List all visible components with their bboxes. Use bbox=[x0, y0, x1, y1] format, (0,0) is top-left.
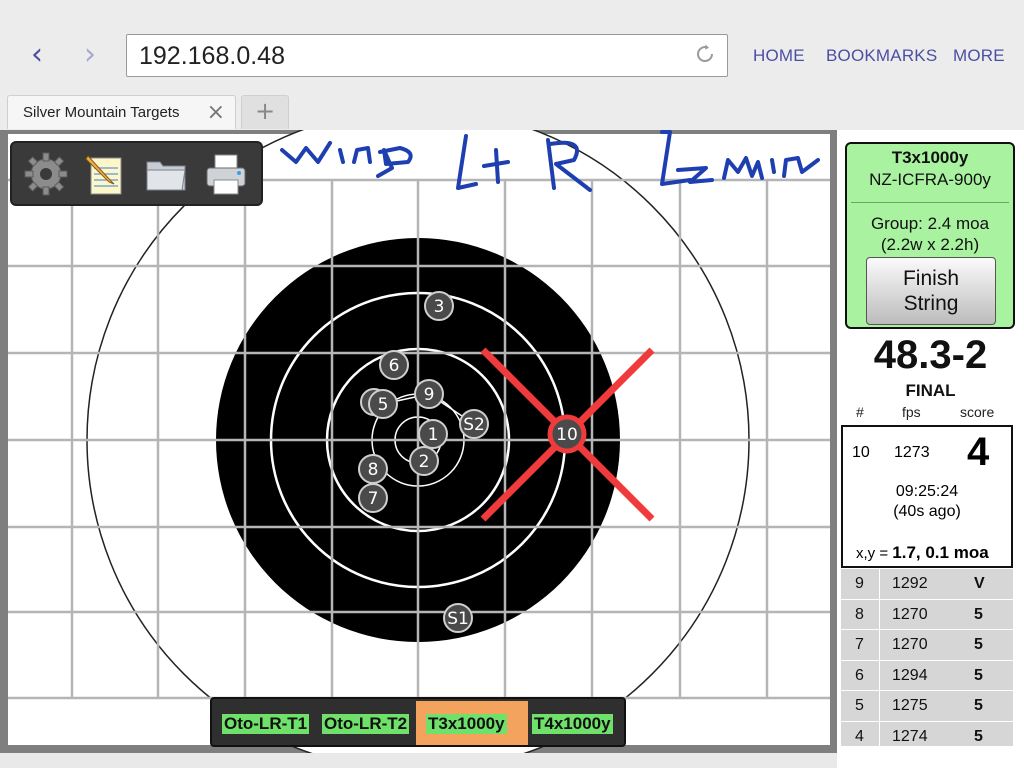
shot-hole: 1 bbox=[418, 419, 448, 449]
folder-icon[interactable] bbox=[142, 150, 190, 198]
target-name: T3x1000y bbox=[891, 148, 969, 167]
course-name: NZ-ICFRA-900y bbox=[869, 170, 991, 189]
shot-row[interactable]: 9 1292 V bbox=[841, 569, 1013, 600]
shot-hole: 3 bbox=[424, 291, 454, 321]
chevron-left-icon[interactable]: ‹ bbox=[22, 40, 52, 70]
home-link[interactable]: HOME bbox=[753, 46, 805, 66]
target-tab-1[interactable]: Oto-LR-T1 bbox=[216, 701, 316, 745]
chevron-right-icon[interactable]: › bbox=[75, 40, 105, 70]
target-canvas[interactable]: 3 6 5 9 S2 1 2 8 7 S1 10 bbox=[0, 130, 837, 753]
finish-string-button[interactable]: Finish String bbox=[866, 257, 996, 325]
gear-icon[interactable] bbox=[22, 150, 70, 198]
svg-text:7: 7 bbox=[368, 489, 379, 509]
shot-hole-latest: 10 bbox=[547, 414, 587, 454]
more-link[interactable]: MORE bbox=[953, 46, 1005, 66]
svg-text:2: 2 bbox=[419, 452, 430, 472]
shot-ago: (40s ago) bbox=[893, 503, 961, 520]
col-header-num: # bbox=[856, 404, 864, 420]
string-summary: T3x1000y NZ-ICFRA-900y Group: 2.4 moa (2… bbox=[845, 142, 1015, 329]
shot-row[interactable]: 5 1275 5 bbox=[841, 691, 1013, 722]
shot-row[interactable]: 6 1294 5 bbox=[841, 660, 1013, 691]
shot-fps: 1273 bbox=[894, 444, 930, 461]
svg-text:3: 3 bbox=[434, 297, 445, 317]
url-bar[interactable]: 192.168.0.48 bbox=[126, 34, 728, 77]
target-tab-4[interactable]: T4x1000y bbox=[528, 701, 624, 745]
score-status: FINAL bbox=[905, 381, 956, 400]
svg-text:6: 6 bbox=[389, 356, 400, 376]
tab-title: Silver Mountain Targets bbox=[23, 104, 180, 121]
svg-text:9: 9 bbox=[424, 385, 435, 405]
browser-tab[interactable]: Silver Mountain Targets × bbox=[7, 95, 236, 129]
svg-text:1: 1 bbox=[428, 425, 439, 445]
shot-number: 10 bbox=[852, 444, 870, 461]
svg-text:S2: S2 bbox=[463, 415, 485, 435]
group-size: Group: 2.4 moa bbox=[870, 214, 990, 233]
target-svg[interactable]: 3 6 5 9 S2 1 2 8 7 S1 10 bbox=[0, 130, 837, 753]
col-header-score: score bbox=[960, 404, 995, 420]
shot-hole: 5 bbox=[368, 389, 398, 419]
svg-text:8: 8 bbox=[368, 460, 379, 480]
group-dimensions: (2.2w x 2.2h) bbox=[880, 235, 980, 254]
close-icon[interactable]: × bbox=[207, 100, 225, 125]
target-toolbar bbox=[10, 141, 263, 206]
shot-row[interactable]: 7 1270 5 bbox=[841, 630, 1013, 661]
shot-hole: 6 bbox=[379, 350, 409, 380]
notepad-icon[interactable] bbox=[82, 150, 130, 198]
col-header-fps: fps bbox=[902, 404, 921, 420]
shot-hole: 2 bbox=[409, 446, 439, 476]
shot-row[interactable]: 4 1274 5 bbox=[841, 721, 1013, 746]
target-tab-2[interactable]: Oto-LR-T2 bbox=[316, 701, 416, 745]
total-score: 48.3-2 bbox=[873, 333, 988, 377]
svg-text:5: 5 bbox=[378, 395, 389, 415]
shot-hole: S2 bbox=[459, 409, 489, 439]
shot-hole: S1 bbox=[443, 603, 473, 633]
shot-xy: x,y = 1.7, 0.1 moa bbox=[856, 543, 989, 562]
browser-toolbar: ‹ › 192.168.0.48 HOME BOOKMARKS MORE bbox=[0, 0, 1024, 92]
shot-hole: 9 bbox=[414, 379, 444, 409]
target-selector: Oto-LR-T1 Oto-LR-T2 T3x1000y T4x1000y bbox=[210, 697, 626, 747]
reload-icon[interactable] bbox=[693, 42, 717, 66]
svg-text:S1: S1 bbox=[447, 609, 469, 629]
shot-list[interactable]: 9 1292 V 8 1270 5 7 1270 5 6 1294 5 5 1275 5 4 1274… bbox=[841, 569, 1013, 746]
shot-score: 4 bbox=[967, 430, 990, 474]
new-tab-button[interactable]: + bbox=[241, 95, 289, 129]
divider bbox=[851, 202, 1009, 203]
shot-row[interactable]: 8 1270 5 bbox=[841, 599, 1013, 630]
tab-strip: Silver Mountain Targets × + bbox=[0, 92, 1024, 130]
shot-hole: 8 bbox=[358, 454, 388, 484]
shot-time: 09:25:24 bbox=[895, 483, 959, 500]
shot-hole: 7 bbox=[358, 483, 388, 513]
printer-icon[interactable] bbox=[202, 150, 250, 198]
svg-text:10: 10 bbox=[556, 425, 578, 445]
target-tab-3[interactable]: T3x1000y bbox=[416, 701, 528, 745]
url-text[interactable]: 192.168.0.48 bbox=[139, 42, 285, 71]
bookmarks-link[interactable]: BOOKMARKS bbox=[826, 46, 937, 66]
current-shot-detail[interactable]: 10 1273 4 09:25:24 (40s ago) x,y = 1.7, … bbox=[841, 425, 1013, 568]
